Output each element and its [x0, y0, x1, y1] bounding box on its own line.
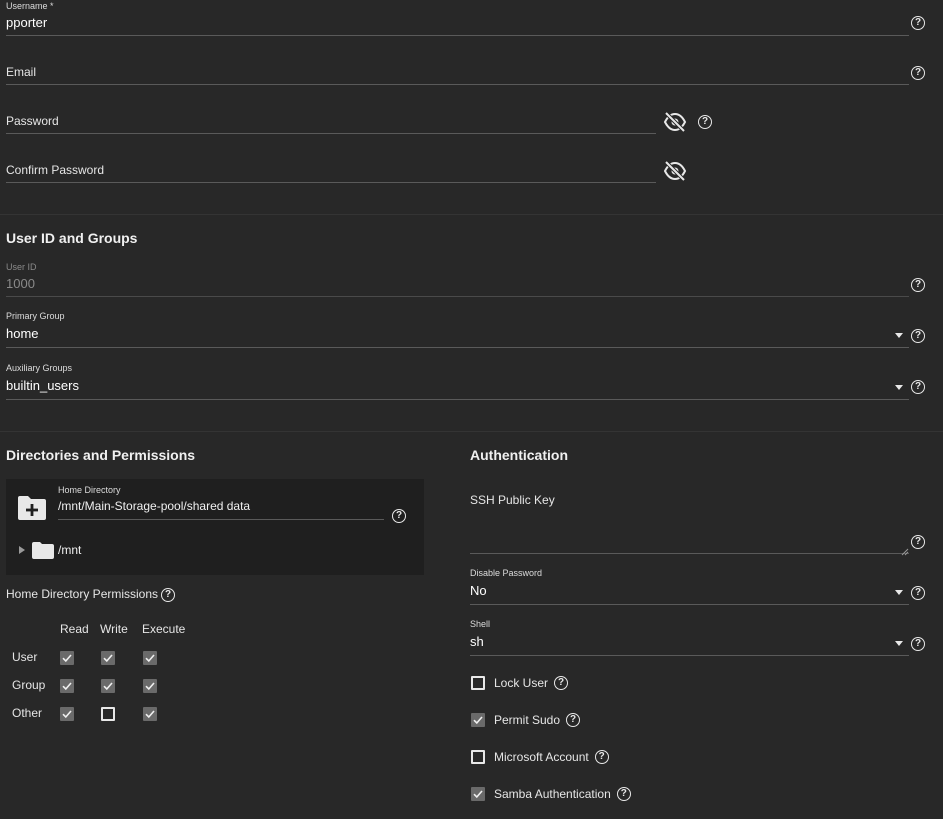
lock-user-help-icon[interactable]: ? — [554, 676, 569, 690]
home-directory-explorer: Home Directory /mnt/Main-Storage-pool/sh… — [6, 479, 424, 575]
password-input[interactable]: Password — [6, 114, 59, 128]
permissions-help-icon[interactable]: ? — [161, 588, 175, 602]
checkbox-user-execute[interactable] — [143, 651, 157, 665]
shell-help-icon[interactable]: ? — [911, 637, 925, 651]
primary-group-help-icon[interactable]: ? — [911, 329, 925, 343]
confirm-password-underline — [6, 182, 656, 183]
user-id-help-icon[interactable]: ? — [911, 278, 925, 292]
microsoft-account-help-icon[interactable]: ? — [594, 750, 609, 764]
home-directory-input[interactable]: /mnt/Main-Storage-pool/shared data — [58, 499, 250, 513]
primary-group-value: home — [6, 326, 39, 341]
folder-plus-icon[interactable] — [17, 495, 47, 526]
textarea-resize-handle[interactable] — [901, 543, 909, 561]
email-underline — [6, 84, 909, 85]
row-other-label: Other — [12, 706, 43, 720]
username-help-icon[interactable]: ? — [911, 16, 925, 30]
auxiliary-groups-value: builtin_users — [6, 378, 79, 393]
column-write: Write — [100, 622, 128, 636]
checkbox-group-execute[interactable] — [143, 679, 157, 693]
row-user-label: User — [12, 650, 38, 664]
disable-password-label: Disable Password — [470, 568, 543, 578]
password-help-icon[interactable]: ? — [698, 115, 712, 129]
home-directory-permissions-label: Home Directory Permissions — [6, 587, 159, 601]
ssh-public-key-input[interactable]: SSH Public Key — [470, 493, 555, 507]
username-underline — [6, 35, 909, 36]
user-id-input: 1000 — [6, 276, 35, 291]
primary-group-label: Primary Group — [6, 311, 65, 321]
username-label: Username * — [6, 1, 54, 11]
home-directory-underline — [58, 519, 384, 520]
column-execute: Execute — [142, 622, 186, 636]
user-id-groups-title: User ID and Groups — [6, 230, 138, 246]
caret-down-icon — [895, 385, 903, 390]
checkbox-user-read[interactable] — [60, 651, 74, 665]
checkbox-microsoft-account[interactable] — [471, 750, 485, 764]
disable-password-help-icon[interactable]: ? — [911, 586, 925, 600]
permit-sudo-help-icon[interactable]: ? — [566, 713, 581, 727]
checkbox-group-read[interactable] — [60, 679, 74, 693]
email-help-icon[interactable]: ? — [911, 66, 925, 80]
caret-down-icon — [895, 641, 903, 646]
shell-value: sh — [470, 634, 484, 649]
user-id-label: User ID — [6, 262, 37, 272]
confirm-password-visibility-eye-off-icon[interactable] — [663, 160, 687, 187]
home-directory-label: Home Directory — [58, 485, 121, 495]
checkbox-other-write[interactable] — [101, 707, 115, 721]
primary-group-underline — [6, 347, 909, 348]
checkbox-group-write[interactable] — [101, 679, 115, 693]
checkbox-samba-authentication[interactable] — [471, 787, 485, 801]
caret-down-icon — [895, 333, 903, 338]
auxiliary-groups-help-icon[interactable]: ? — [911, 380, 925, 394]
primary-group-select[interactable]: home — [6, 326, 909, 348]
auxiliary-groups-label: Auxiliary Groups — [6, 363, 73, 373]
microsoft-account-label[interactable]: Microsoft Account — [494, 750, 589, 764]
triangle-right-icon[interactable] — [19, 546, 25, 554]
auxiliary-groups-select[interactable]: builtin_users — [6, 378, 909, 400]
column-read: Read — [60, 622, 89, 636]
shell-select[interactable]: sh — [470, 634, 909, 656]
authentication-title: Authentication — [470, 447, 568, 463]
checkbox-other-execute[interactable] — [143, 707, 157, 721]
section-divider — [0, 431, 943, 432]
email-input[interactable]: Email — [6, 65, 36, 79]
confirm-password-input[interactable]: Confirm Password — [6, 163, 104, 177]
auxiliary-groups-underline — [6, 399, 909, 400]
ssh-public-key-underline — [470, 553, 909, 554]
user-id-underline — [6, 296, 909, 297]
shell-underline — [470, 655, 909, 656]
disable-password-underline — [470, 604, 909, 605]
samba-authentication-label[interactable]: Samba Authentication — [494, 787, 611, 801]
password-visibility-eye-off-icon[interactable] — [663, 111, 687, 138]
tree-node-mnt[interactable]: /mnt — [58, 543, 81, 557]
row-group-label: Group — [12, 678, 46, 692]
shell-label: Shell — [470, 619, 491, 629]
home-directory-help-icon[interactable]: ? — [392, 509, 406, 523]
section-divider — [0, 214, 943, 215]
disable-password-value: No — [470, 583, 487, 598]
checkbox-lock-user[interactable] — [471, 676, 485, 690]
password-underline — [6, 133, 656, 134]
caret-down-icon — [895, 590, 903, 595]
ssh-key-help-icon[interactable]: ? — [911, 535, 925, 549]
disable-password-select[interactable]: No — [470, 583, 909, 605]
checkbox-other-read[interactable] — [60, 707, 74, 721]
permit-sudo-label[interactable]: Permit Sudo — [494, 713, 560, 727]
checkbox-user-write[interactable] — [101, 651, 115, 665]
lock-user-label[interactable]: Lock User — [494, 676, 548, 690]
samba-authentication-help-icon[interactable]: ? — [616, 787, 631, 801]
folder-icon — [32, 542, 54, 564]
checkbox-permit-sudo[interactable] — [471, 713, 485, 727]
directories-title: Directories and Permissions — [6, 447, 196, 463]
username-input[interactable]: pporter — [6, 15, 47, 30]
